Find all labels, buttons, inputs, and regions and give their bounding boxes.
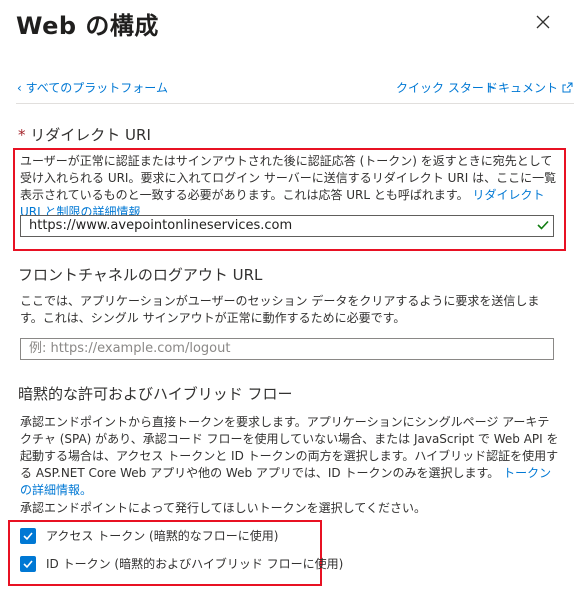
access-token-checkbox[interactable] [20, 527, 36, 544]
implicit-description-text: 承認エンドポイントから直接トークンを要求します。アプリケーションにシングルページ… [20, 415, 559, 480]
access-token-option[interactable]: アクセス トークン (暗黙的なフローに使用) [20, 527, 278, 544]
redirect-uri-heading-text: リダイレクト URI [30, 126, 151, 144]
required-mark: * [18, 126, 26, 144]
back-link-label: すべてのプラットフォーム [25, 81, 168, 95]
back-to-platforms-link[interactable]: ‹ すべてのプラットフォーム [17, 79, 168, 96]
logout-url-input[interactable]: 例: https://example.com/logout [20, 338, 554, 360]
implicit-grant-heading: 暗黙的な許可およびハイブリッド フロー [18, 385, 293, 403]
logout-url-description: ここでは、アプリケーションがユーザーのセッション データをクリアするように要求を… [20, 294, 540, 325]
logout-url-heading: フロントチャネルのログアウト URL [18, 266, 263, 284]
redirect-uri-heading: * リダイレクト URI [18, 124, 151, 145]
id-token-checkbox[interactable] [20, 555, 36, 572]
nav-divider [16, 103, 574, 104]
id-token-option[interactable]: ID トークン (暗黙的およびハイブリッド フローに使用) [20, 555, 343, 572]
access-token-label: アクセス トークン (暗黙的なフローに使用) [46, 529, 279, 543]
valid-check-icon [536, 217, 550, 236]
redirect-uri-description: ユーザーが正常に認証またはサインアウトされた後に認証応答 (トークン) を返すと… [20, 153, 560, 221]
close-icon[interactable] [534, 13, 552, 31]
implicit-grant-description: 承認エンドポイントから直接トークンを要求します。アプリケーションにシングルページ… [20, 414, 560, 499]
quickstart-link[interactable]: クイック スタート [396, 79, 496, 96]
redirect-uri-input[interactable]: https://www.avepointonlineservices.com [20, 215, 554, 237]
docs-link[interactable]: ドキュメント [486, 79, 573, 96]
panel-title: Web の構成 [16, 12, 159, 40]
docs-link-label: ドキュメント [486, 81, 559, 95]
token-select-prompt: 承認エンドポイントによって発行してほしいトークンを選択してください。 [20, 501, 426, 515]
chevron-left-icon: ‹ [17, 81, 26, 95]
id-token-label: ID トークン (暗黙的およびハイブリッド フローに使用) [46, 557, 344, 571]
external-link-icon [562, 81, 573, 95]
